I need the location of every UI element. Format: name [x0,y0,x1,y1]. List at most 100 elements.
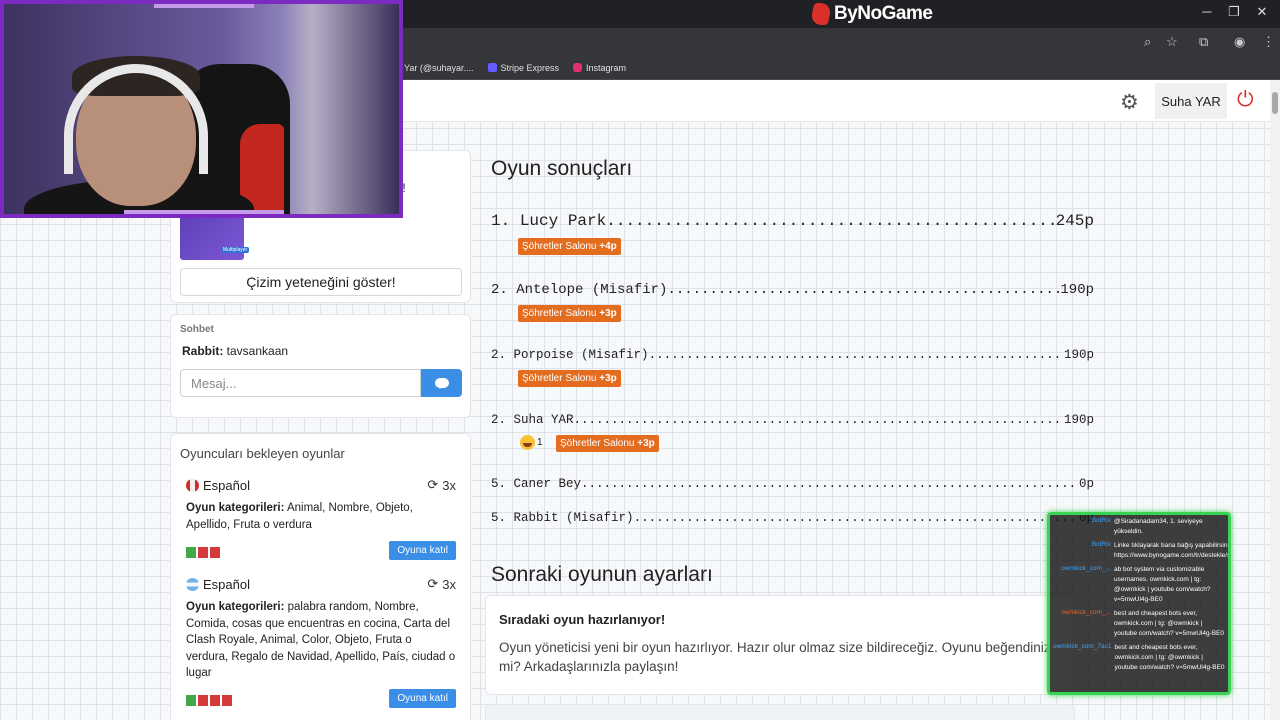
result-name: Suha YAR [513,413,574,427]
rounds-label: 3x [442,576,456,592]
badge-label: Şöhretler Salonu [522,373,597,384]
stream-chat-line: BotRix Linke tıklayarak bana bağış yapab… [1053,541,1228,561]
minimize-button[interactable]: ─ [1197,4,1217,19]
result-name: Lucy Park [519,212,607,230]
result-points: 190p [1063,348,1094,362]
stream-chat-line: BotRix @Siradanadam34, 1. seviyeye yükse… [1053,517,1225,537]
badge-label: Şöhretler Salonu [560,438,635,449]
result-row: 5. Caner Bey 0p [491,477,1094,491]
bookmark-instagram[interactable]: Instagram [573,63,626,73]
players-indicator [186,545,220,558]
scrollbar-thumb[interactable] [1272,92,1278,114]
bookmark-star-icon[interactable]: ☆ [1166,34,1178,50]
rounds-icon: ⟳ [427,576,439,591]
hall-of-fame-badge: Şöhretler Salonu +3p [556,435,659,452]
language-label: Español [203,576,250,592]
bookmark-stripe-express[interactable]: Stripe Express [487,62,560,73]
brand-name: ByNoGame [834,3,933,24]
join-game-button[interactable]: Oyuna katıl [389,689,456,708]
result-row: 2. Antelope (Misafir) 190p [491,282,1094,298]
emoji-count: 1 [537,437,543,448]
player-joined-icon [186,695,196,706]
result-name: Caner Bey [513,477,582,491]
result-rank: 2. [491,413,507,427]
waiting-game-item: Español ⟳ 3x Oyun kategorileri: Animal, … [186,476,456,560]
stream-chat-text: Linke tıklayarak bana bağış yapabilirsin… [1114,542,1231,559]
power-icon[interactable]: ⏻ [1237,88,1254,112]
laughing-emoji-icon [520,435,535,450]
rounds-label: 3x [442,477,456,493]
emoji-reaction[interactable]: 1 [520,435,543,450]
bookmark-label: Instagram [586,62,627,73]
result-points: 245p [1055,212,1094,230]
chat-send-button[interactable] [421,369,462,397]
bynogame-logo-icon [809,3,833,25]
argentina-flag-icon [186,577,199,591]
result-name: Rabbit (Misafir) [513,511,634,525]
result-rank: 5. [491,477,507,491]
result-points: 0p [1078,477,1094,491]
waiting-games-card: Oyuncuları bekleyen oyunlar Español ⟳ 3x… [170,433,471,720]
player-empty-icon [210,695,220,706]
restore-button[interactable]: ❐ [1224,4,1244,20]
game-rounds: ⟳ 3x [427,477,456,493]
result-name: Antelope (Misafir) [516,282,668,298]
game-language: Español [186,478,250,493]
bookmark-label: Stripe Express [500,62,560,73]
hall-of-fame-badge: Şöhretler Salonu +4p [518,238,621,255]
badge-points: +3p [599,373,617,384]
zoom-icon[interactable]: ⌕ [1144,34,1151,50]
badge-label: Şöhretler Salonu [522,308,597,319]
user-menu-button[interactable]: Suha YAR [1155,83,1227,119]
instagram-icon [573,63,583,72]
next-game-card: Sıradaki oyun hazırlanıyor! Oyun yönetic… [485,595,1075,695]
close-window-button[interactable]: ✕ [1252,4,1272,20]
gear-icon[interactable]: ⚙ [1120,90,1139,115]
stream-chat-user: owmkick_com_... [1061,565,1111,572]
webcam-overlay [0,0,403,218]
chat-message-input[interactable]: Mesaj... [180,369,421,397]
stream-chat-line: owmkick_com_... best and cheapest bots e… [1053,609,1225,639]
page-scrollbar[interactable] [1270,80,1280,720]
stream-chat-text: best and cheapest bots ever, owmkick.com… [1114,644,1225,671]
next-game-body: Oyun yöneticisi yeni bir oyun hazırlıyor… [499,640,1051,674]
badge-points: +4p [599,241,617,252]
chat-bubble-icon [434,378,449,389]
spain-flag-icon [186,478,199,492]
bookmark-suhayar[interactable]: Yar (@suhayar.... [404,63,474,73]
waiting-games-title: Oyuncuları bekleyen oyunlar [180,446,345,461]
language-label: Español [203,477,250,493]
player-empty-icon [198,547,208,558]
categories-label: Oyun kategorileri: [186,502,285,514]
bookmark-label: Yar (@suhayar.... [404,62,474,73]
badge-points: +3p [599,308,617,319]
extensions-icon[interactable]: ⧉ [1199,34,1208,50]
result-rank: 5. [491,511,507,525]
result-rank: 1. [491,212,511,230]
stream-chat-overlay: BotRix @Siradanadam34, 1. seviyeye yükse… [1047,512,1231,695]
result-row: 1. Lucy Park 245p [491,212,1094,230]
badge-points: +3p [637,438,655,449]
stream-chat-text: @Siradanadam34, 1. seviyeye yükseldin. [1114,518,1203,535]
players-indicator [186,693,232,706]
player-empty-icon [222,695,232,706]
menu-kebab-icon[interactable]: ⋮ [1262,34,1275,50]
chat-card: Sohbet Rabbit: tavsankaan Mesaj... [170,314,471,418]
badge-label: Şöhretler Salonu [522,241,597,252]
leader-dots [667,282,1060,298]
leader-dots [649,348,1064,362]
draw-skill-button[interactable]: Çizim yeteneğini göster! [180,268,462,296]
stream-chat-user: owmkick_com_... [1061,609,1111,616]
stream-chat-user: BotRix [1091,517,1111,524]
next-game-heading: Sıradaki oyun hazırlanıyor! [499,612,666,627]
result-name: Porpoise (Misafir) [513,348,649,362]
profile-icon[interactable]: ◉ [1234,34,1245,50]
categories-label: Oyun kategorileri: [186,601,285,613]
join-game-button[interactable]: Oyuna katıl [389,541,456,560]
leader-dots [581,477,1079,491]
player-joined-icon [186,547,196,558]
leader-dots [634,511,1079,525]
leader-dots [606,212,1055,230]
result-row: 2. Porpoise (Misafir) 190p [491,348,1094,362]
result-rank: 2. [491,348,507,362]
